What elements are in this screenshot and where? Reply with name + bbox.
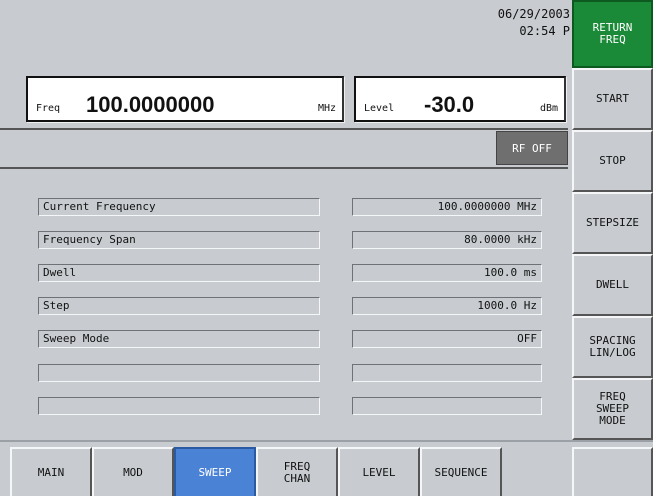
frequency-unit: MHz bbox=[317, 103, 336, 114]
dwell-button[interactable]: DWELL bbox=[572, 254, 653, 316]
level-readout[interactable]: Level -30.0 dBm bbox=[354, 76, 566, 122]
value-sweep-mode: OFF bbox=[352, 330, 542, 348]
stepsize-button[interactable]: STEPSIZE bbox=[572, 192, 653, 254]
level-unit: dBm bbox=[539, 103, 558, 114]
tab-freq-chan[interactable]: FREQ CHAN bbox=[256, 447, 338, 496]
level-label: Level bbox=[364, 103, 395, 114]
tab-sequence[interactable]: SEQUENCE bbox=[420, 447, 502, 496]
frequency-value: 100.0000000 bbox=[86, 92, 215, 117]
param-frequency-span: Frequency Span bbox=[38, 231, 320, 249]
tab-level[interactable]: LEVEL bbox=[338, 447, 420, 496]
frequency-readout[interactable]: Freq 100.0000000 MHz bbox=[26, 76, 344, 122]
level-value: -30.0 bbox=[424, 92, 475, 117]
return-freq-button[interactable]: RETURN FREQ bbox=[572, 0, 653, 68]
value-step: 1000.0 Hz bbox=[352, 297, 542, 315]
param-dwell: Dwell bbox=[38, 264, 320, 282]
freq-sweep-mode-button[interactable]: FREQ SWEEP MODE bbox=[572, 378, 653, 440]
param-sweep-mode: Sweep Mode bbox=[38, 330, 320, 348]
value-empty-1 bbox=[352, 364, 542, 382]
spacing-lin-log-button[interactable]: SPACING LIN/LOG bbox=[572, 316, 653, 378]
value-current-frequency: 100.0000000 MHz bbox=[352, 198, 542, 216]
date-text: 06/29/2003 bbox=[497, 7, 570, 21]
time-text: 02:54 P bbox=[519, 24, 570, 38]
tab-mod[interactable]: MOD bbox=[92, 447, 174, 496]
rf-off-indicator[interactable]: RF OFF bbox=[496, 131, 568, 165]
value-frequency-span: 80.0000 kHz bbox=[352, 231, 542, 249]
value-dwell: 100.0 ms bbox=[352, 264, 542, 282]
param-step: Step bbox=[38, 297, 320, 315]
frequency-label: Freq bbox=[36, 103, 61, 114]
tab-main[interactable]: MAIN bbox=[10, 447, 92, 496]
date-time-display: 06/29/2003 02:54 P bbox=[440, 6, 570, 40]
tab-blank[interactable] bbox=[572, 447, 653, 496]
param-current-frequency: Current Frequency bbox=[38, 198, 320, 216]
param-empty-2 bbox=[38, 397, 320, 415]
start-button[interactable]: START bbox=[572, 68, 653, 130]
tab-sweep[interactable]: SWEEP bbox=[174, 447, 256, 496]
value-empty-2 bbox=[352, 397, 542, 415]
status-bar bbox=[0, 128, 568, 169]
param-empty-1 bbox=[38, 364, 320, 382]
stop-button[interactable]: STOP bbox=[572, 130, 653, 192]
